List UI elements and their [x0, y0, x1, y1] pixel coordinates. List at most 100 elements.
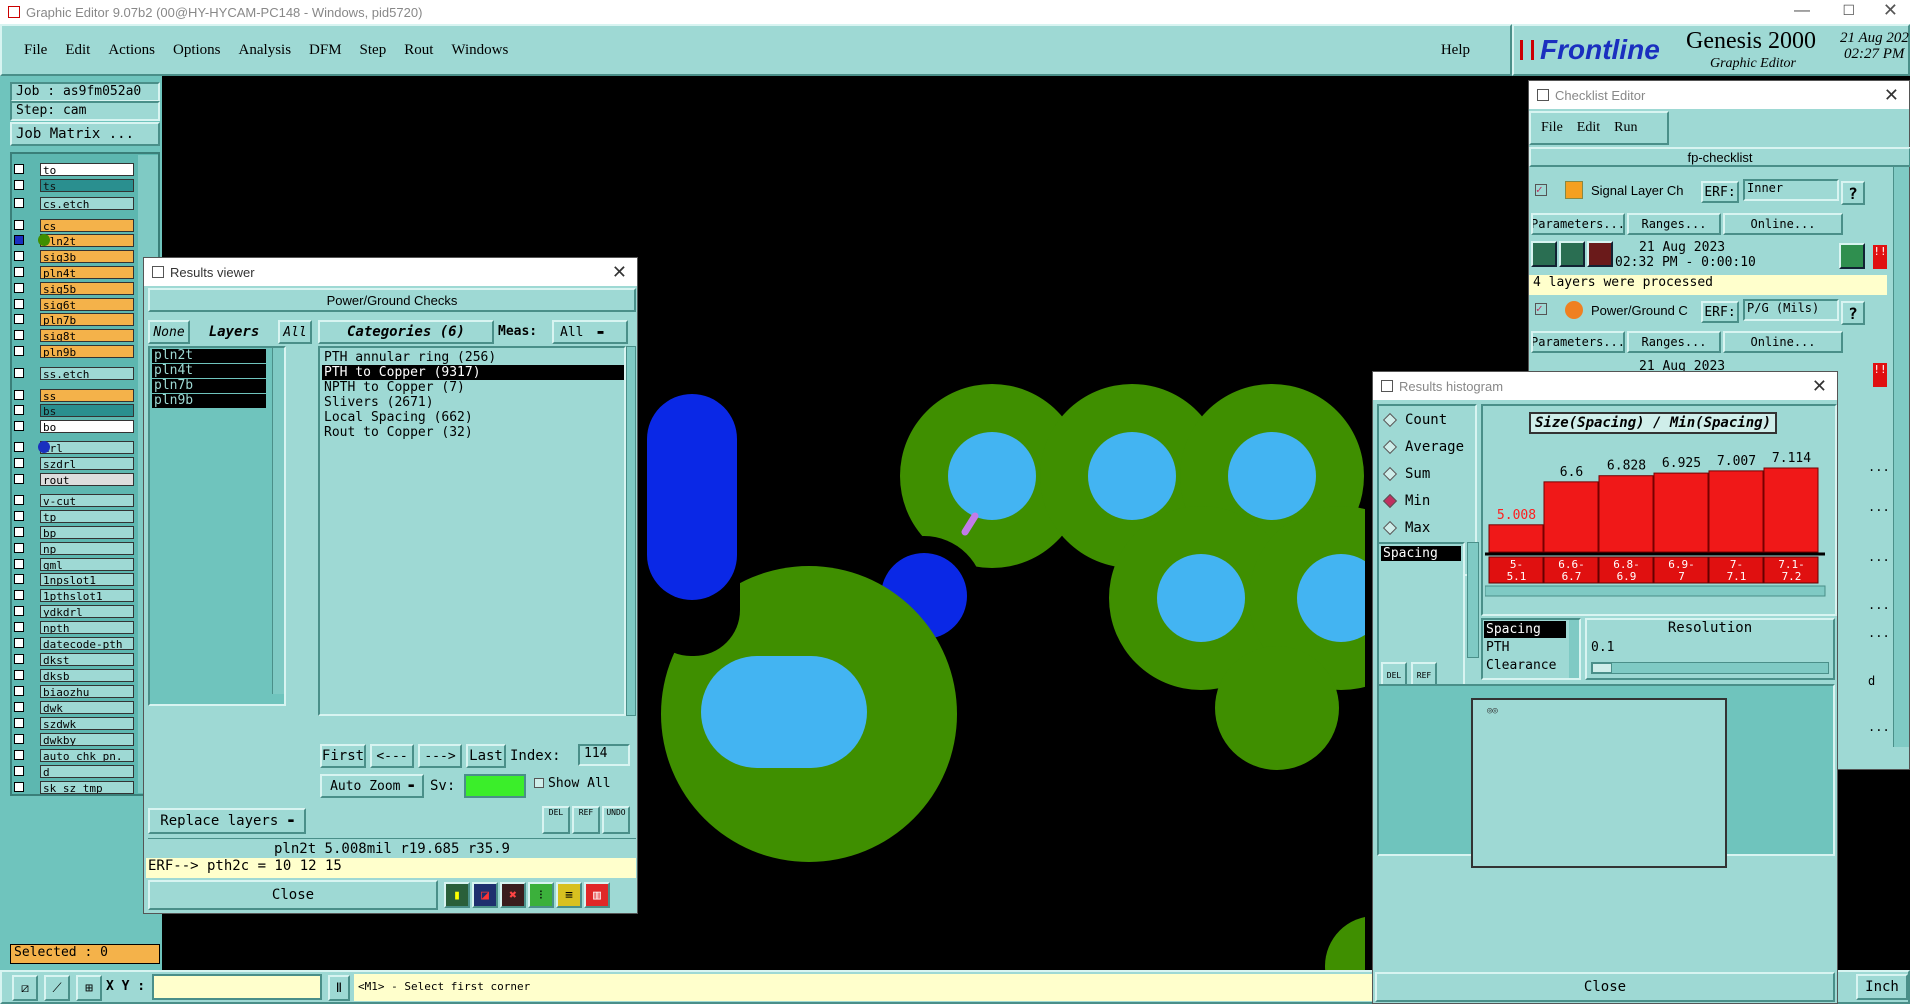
histogram-bar[interactable]	[1653, 472, 1709, 553]
layer-row[interactable]: ss.etch	[14, 366, 134, 380]
mode-count-radio[interactable]: Count	[1382, 412, 1447, 428]
list-icon[interactable]: ⁝	[528, 882, 554, 908]
layer-row[interactable]: tp	[14, 509, 134, 523]
layer-row[interactable]: gml	[14, 557, 134, 571]
layer-row[interactable]: to	[14, 162, 134, 176]
resolution-slider[interactable]	[1591, 662, 1829, 674]
first-button[interactable]: First	[320, 744, 366, 768]
ranges-button[interactable]: Ranges...	[1627, 213, 1721, 235]
layer-checkbox[interactable]	[14, 220, 24, 230]
layer-row[interactable]: v-cut	[14, 493, 134, 507]
menu-options[interactable]: Options	[173, 42, 221, 59]
export-icon[interactable]: ◪	[472, 882, 498, 908]
preview-board[interactable]: ◎◎	[1471, 698, 1727, 868]
layer-row[interactable]: cs	[14, 218, 134, 232]
field-list-item[interactable]: Spacing	[1381, 546, 1461, 561]
histogram-chart[interactable]: 5.0085-5.16.66.6-6.76.8286.8-6.96.9256.9…	[1485, 432, 1833, 642]
category-scrollbar[interactable]	[626, 346, 636, 716]
close-icon[interactable]: ✕	[1883, 0, 1898, 21]
slider-thumb[interactable]	[1592, 663, 1612, 673]
checklist-menu-edit[interactable]: Edit	[1577, 120, 1600, 136]
layer-row[interactable]: np	[14, 541, 134, 555]
histogram-bar[interactable]	[1543, 481, 1599, 553]
item-checkbox[interactable]: ✓	[1535, 303, 1547, 315]
layer-row[interactable]: ts	[14, 178, 134, 192]
category-item[interactable]: PTH to Copper (9317)	[322, 365, 624, 380]
meas-dropdown[interactable]: All ▬	[552, 320, 628, 344]
layer-row[interactable]: szdrl	[14, 456, 134, 470]
sv-color-dropdown[interactable]	[464, 774, 526, 798]
category-item[interactable]: PTH annular ring (256)	[322, 350, 624, 365]
histogram-icon[interactable]: ▥	[584, 882, 610, 908]
layer-row[interactable]: bs	[14, 403, 134, 417]
item-checkbox[interactable]: ✓	[1535, 184, 1547, 196]
xy-input[interactable]	[152, 974, 322, 1000]
menu-rout[interactable]: Rout	[404, 42, 433, 59]
units-button[interactable]: Inch	[1856, 974, 1908, 1000]
grid-icon[interactable]: ⊞	[76, 975, 102, 1001]
erf-button[interactable]: ERF:	[1701, 181, 1739, 203]
menu-file[interactable]: File	[24, 42, 47, 59]
layer-checkbox[interactable]	[14, 622, 24, 632]
menu-windows[interactable]: Windows	[451, 42, 508, 59]
undo-button[interactable]: UNDO	[602, 806, 630, 834]
layer-checkbox[interactable]	[14, 164, 24, 174]
parameters-button[interactable]: Parameters...	[1531, 331, 1625, 353]
layer-checkbox[interactable]	[14, 527, 24, 537]
layer-row[interactable]: datecode-pth	[14, 636, 134, 650]
field-list-item[interactable]: Spacing	[1484, 621, 1566, 638]
menu-edit[interactable]: Edit	[65, 42, 90, 59]
checklist-menu-run[interactable]: Run	[1614, 120, 1637, 136]
layer-row[interactable]: rout	[14, 472, 134, 486]
layer-checkbox[interactable]	[14, 750, 24, 760]
layer-checkbox[interactable]	[14, 314, 24, 324]
layer-checkbox[interactable]	[14, 368, 24, 378]
layer-row[interactable]: 1npslot1	[14, 572, 134, 586]
layer-row[interactable]: cs.etch	[14, 196, 134, 210]
erf-button[interactable]: ERF:	[1701, 301, 1739, 323]
layer-checkbox[interactable]	[14, 474, 24, 484]
layer-checkbox[interactable]	[14, 283, 24, 293]
close-icon[interactable]: ✕	[612, 262, 627, 283]
histogram-bar[interactable]	[1598, 475, 1654, 553]
close-icon[interactable]: ✕	[1812, 376, 1827, 397]
category-item[interactable]: Slivers (2671)	[322, 395, 624, 410]
layer-row[interactable]: dkst	[14, 652, 134, 666]
layer-checkbox[interactable]	[14, 511, 24, 521]
layer-checkbox[interactable]	[14, 330, 24, 340]
layer-checkbox[interactable]	[14, 442, 24, 452]
layer-row[interactable]: pln7b	[14, 312, 134, 326]
results-close-button[interactable]: Close	[148, 880, 438, 910]
mode-sum-radio[interactable]: Sum	[1382, 466, 1430, 482]
layer-checkbox[interactable]	[14, 654, 24, 664]
measure-icon[interactable]: ⟋	[44, 975, 70, 1001]
layer-row[interactable]: sig8t	[14, 328, 134, 342]
category-list[interactable]: PTH annular ring (256) PTH to Copper (931…	[318, 346, 626, 716]
menu-dfm[interactable]: DFM	[309, 42, 342, 59]
layer-checkbox[interactable]	[14, 198, 24, 208]
chart-scrollbar[interactable]	[1485, 585, 1826, 597]
layer-checkbox[interactable]	[14, 638, 24, 648]
field-list-item[interactable]: PTH	[1484, 639, 1578, 656]
maximize-icon[interactable]: ☐	[1842, 2, 1855, 19]
mode-average-radio[interactable]: Average	[1382, 439, 1464, 455]
layer-checkbox[interactable]	[14, 574, 24, 584]
layer-checkbox[interactable]	[14, 543, 24, 553]
erf-value[interactable]: P/G (Mils)	[1743, 299, 1839, 321]
layer-checkbox[interactable]	[14, 782, 24, 792]
run-fast-icon[interactable]	[1559, 241, 1585, 267]
layer-list-scrollbar[interactable]	[272, 348, 284, 694]
field-scrollbar[interactable]	[1467, 542, 1479, 658]
help-button[interactable]: ?	[1841, 301, 1865, 325]
menu-help[interactable]: Help	[1441, 42, 1470, 59]
layer-row[interactable]: sig5b	[14, 281, 134, 295]
layer-row[interactable]: auto_chk_pn.	[14, 748, 134, 762]
layer-checkbox[interactable]	[14, 405, 24, 415]
stop-icon[interactable]	[1587, 241, 1613, 267]
last-button[interactable]: Last	[466, 744, 506, 768]
layer-row[interactable]: szdwk	[14, 716, 134, 730]
layer-results-list[interactable]: pln2t pln4t pln7b pln9b	[148, 346, 286, 706]
layer-row[interactable]: sig6t	[14, 297, 134, 311]
layer-checkbox[interactable]	[14, 390, 24, 400]
result-layer-item[interactable]: pln4t	[152, 364, 266, 378]
